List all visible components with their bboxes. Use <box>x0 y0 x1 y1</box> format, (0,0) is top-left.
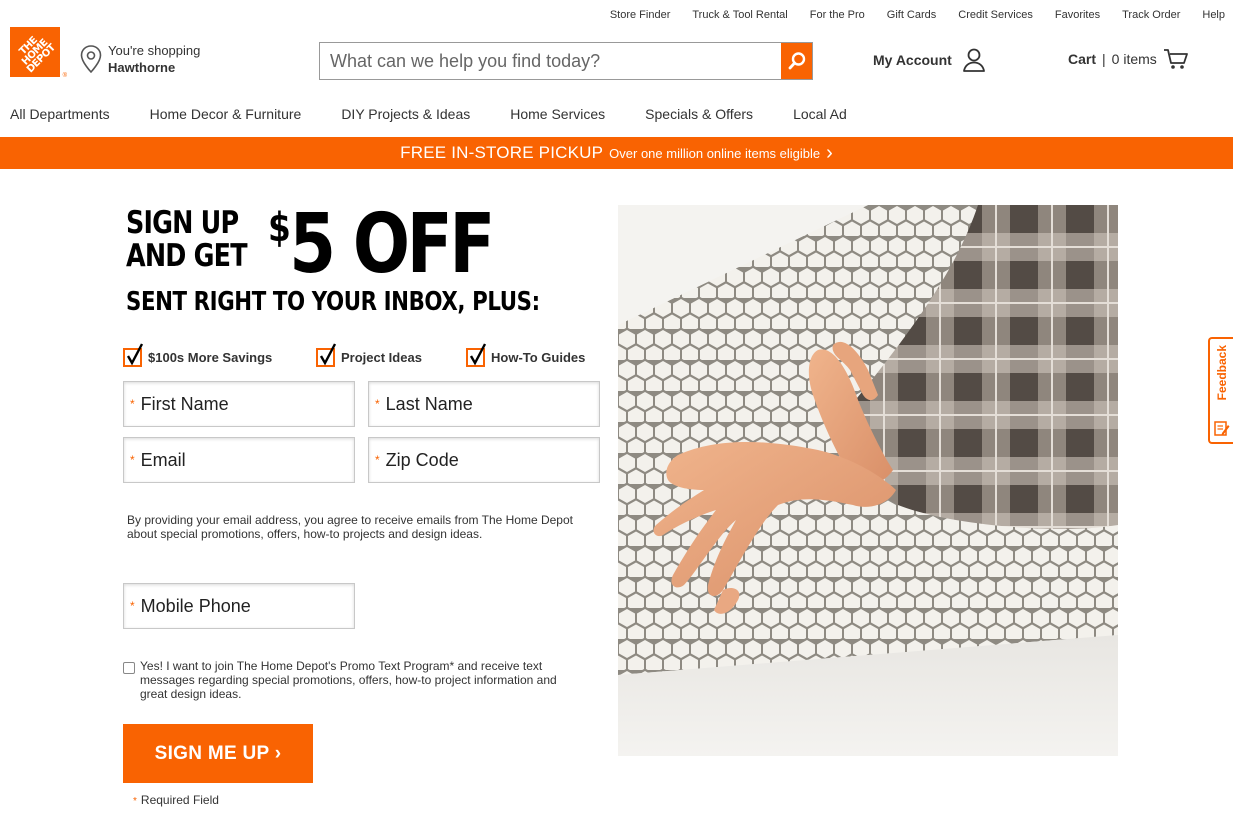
checkmark-icon <box>466 343 487 367</box>
nav-diy-projects[interactable]: DIY Projects & Ideas <box>341 106 470 122</box>
gift-cards-link[interactable]: Gift Cards <box>887 9 937 21</box>
mobile-phone-field[interactable]: * Mobile Phone <box>123 583 355 629</box>
benefits-list: $100s More Savings Project Ideas How-To … <box>123 343 586 367</box>
last-name-field[interactable]: * Last Name <box>368 381 600 427</box>
nav-local-ad[interactable]: Local Ad <box>793 106 847 122</box>
zip-code-field[interactable]: * Zip Code <box>368 437 600 483</box>
logo-text: THE HOME DEPOT <box>17 34 58 75</box>
cart-icon <box>1163 49 1188 69</box>
headline-amount: 5 OFF <box>289 197 495 292</box>
my-account-button[interactable]: My Account <box>873 48 986 72</box>
email-field[interactable]: * Email <box>123 437 355 483</box>
feedback-tab[interactable]: Feedback <box>1208 337 1233 444</box>
location-pin-icon <box>80 45 102 73</box>
cart-separator: | <box>1102 51 1106 67</box>
required-marker: * <box>130 453 135 467</box>
cart-button[interactable]: Cart | 0 items <box>1068 48 1189 70</box>
benefit-item: Project Ideas <box>316 343 466 367</box>
checkmark-icon <box>316 343 337 367</box>
search-button[interactable] <box>781 43 812 79</box>
nav-home-decor[interactable]: Home Decor & Furniture <box>150 106 302 122</box>
track-order-link[interactable]: Track Order <box>1122 9 1180 21</box>
help-link[interactable]: Help <box>1202 9 1225 21</box>
required-marker: * <box>133 796 137 807</box>
required-marker: * <box>375 397 380 411</box>
favorites-link[interactable]: Favorites <box>1055 9 1100 21</box>
headline-subtitle: SENT RIGHT TO YOUR INBOX, PLUS: <box>126 287 540 317</box>
nav-all-departments[interactable]: All Departments <box>10 106 110 122</box>
store-finder-link[interactable]: Store Finder <box>610 9 671 21</box>
required-marker: * <box>130 599 135 613</box>
zip-code-placeholder: Zip Code <box>385 449 459 470</box>
chevron-right-icon: › <box>826 142 833 164</box>
tile-installation-image <box>618 205 1118 756</box>
cart-label: Cart <box>1068 51 1097 67</box>
benefit-item: $100s More Savings <box>123 343 316 367</box>
benefit-label: Project Ideas <box>341 350 422 365</box>
promo-banner[interactable]: FREE IN-STORE PICKUP Over one million on… <box>0 137 1233 169</box>
store-selector[interactable]: You're shopping Hawthorne <box>80 42 200 76</box>
signup-headline: SIGN UP AND GET $ 5 OFF SENT RIGHT TO YO… <box>126 197 540 318</box>
user-icon <box>962 48 985 72</box>
headline-sign-up: SIGN UP <box>126 205 239 241</box>
nav-specials-offers[interactable]: Specials & Offers <box>645 106 753 122</box>
mobile-phone-placeholder: Mobile Phone <box>140 595 251 616</box>
promo-subtitle: Over one million online items eligible <box>609 145 821 161</box>
required-marker: * <box>375 453 380 467</box>
credit-services-link[interactable]: Credit Services <box>958 9 1033 21</box>
hero-illustration <box>618 205 1118 756</box>
utility-nav: Store Finder Truck & Tool Rental For the… <box>610 9 1225 21</box>
required-field-note: * Required Field <box>133 793 219 807</box>
feedback-icon <box>1213 421 1229 436</box>
sms-consent: Yes! I want to join The Home Depot's Pro… <box>123 659 573 701</box>
sign-me-up-button[interactable]: SIGN ME UP › <box>123 724 313 783</box>
first-name-placeholder: First Name <box>140 393 229 414</box>
email-placeholder: Email <box>140 449 186 470</box>
email-disclaimer: By providing your email address, you agr… <box>127 513 573 541</box>
benefit-item: How-To Guides <box>466 343 586 367</box>
for-the-pro-link[interactable]: For the Pro <box>810 9 865 21</box>
truck-tool-rental-link[interactable]: Truck & Tool Rental <box>692 9 787 21</box>
required-marker: * <box>130 397 135 411</box>
required-note-text: Required Field <box>140 793 219 807</box>
sms-consent-checkbox[interactable] <box>123 662 135 674</box>
search-icon <box>788 52 805 70</box>
benefit-label: $100s More Savings <box>148 350 273 365</box>
account-label: My Account <box>873 52 952 68</box>
search-input[interactable] <box>320 43 781 79</box>
nav-home-services[interactable]: Home Services <box>510 106 605 122</box>
last-name-placeholder: Last Name <box>385 393 473 414</box>
home-depot-logo[interactable]: THE HOME DEPOT ® <box>10 27 67 79</box>
promo-title: FREE IN-STORE PICKUP <box>400 143 604 162</box>
headline-dollar: $ <box>268 205 291 251</box>
cart-count: 0 items <box>1111 51 1157 67</box>
store-name: Hawthorne <box>108 60 176 75</box>
checkmark-icon <box>123 343 144 367</box>
feedback-label: Feedback <box>1214 345 1229 401</box>
headline-and-get: AND GET <box>126 238 248 274</box>
benefit-label: How-To Guides <box>491 350 586 365</box>
sms-consent-text: Yes! I want to join The Home Depot's Pro… <box>140 659 557 701</box>
first-name-field[interactable]: * First Name <box>123 381 355 427</box>
search-bar <box>319 42 813 80</box>
main-nav: All Departments Home Decor & Furniture D… <box>10 106 847 122</box>
store-label: You're shopping <box>108 43 201 58</box>
